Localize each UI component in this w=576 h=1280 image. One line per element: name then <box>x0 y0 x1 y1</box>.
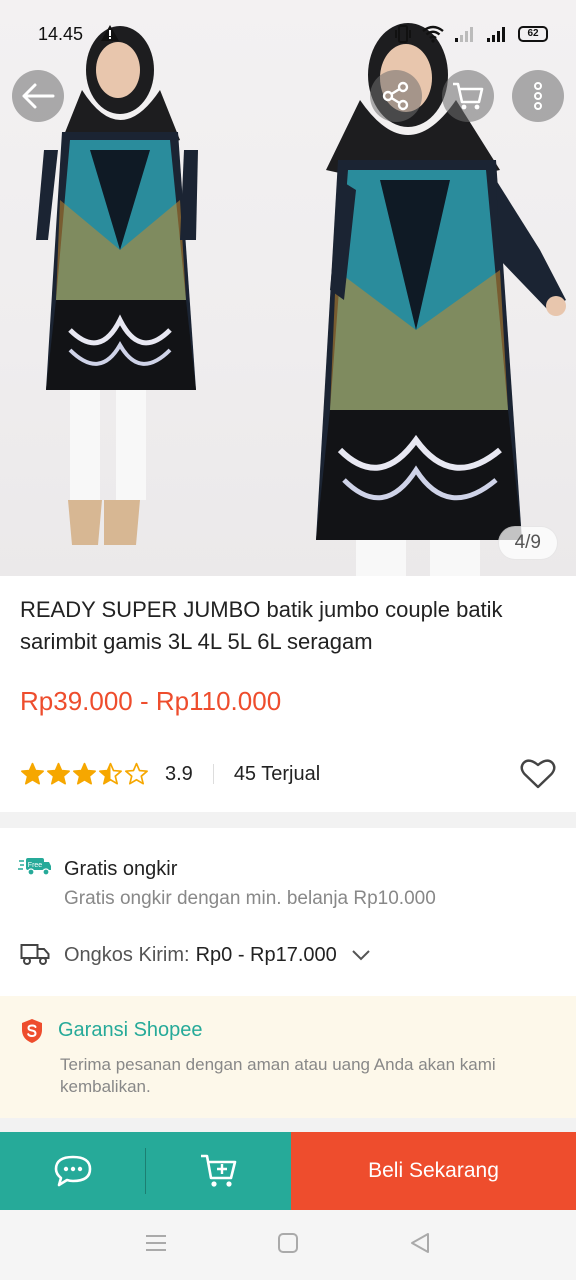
guarantee-description: Terima pesanan dengan aman atau uang And… <box>60 1055 496 1096</box>
product-info: READY SUPER JUMBO batik jumbo couple bat… <box>0 576 576 812</box>
free-badge-text: Free <box>28 862 43 869</box>
share-icon <box>382 81 409 111</box>
cart-icon <box>453 82 484 110</box>
sold-count: 45 Terjual <box>233 762 321 785</box>
action-divider <box>145 1132 146 1210</box>
favorite-button[interactable] <box>520 758 556 795</box>
image-counter: 4/9 <box>497 526 558 560</box>
more-button[interactable] <box>512 70 564 122</box>
vibrate-icon <box>395 25 411 43</box>
star-icon <box>125 762 148 785</box>
truck-icon <box>20 942 50 971</box>
section-gap <box>0 812 576 828</box>
chat-button[interactable] <box>0 1132 145 1210</box>
product-title: READY SUPER JUMBO batik jumbo couple bat… <box>20 597 503 654</box>
status-bar: 14.45 62 <box>0 0 576 70</box>
divider <box>212 764 214 784</box>
shipping-cost-label: Ongkos Kirim: <box>64 944 190 966</box>
shipping-cost-value: Rp0 - Rp17.000 <box>195 944 337 966</box>
chat-icon <box>54 1155 91 1187</box>
shipping-section[interactable]: Free Gratis ongkir Gratis ongkir dengan … <box>0 828 576 996</box>
free-shipping-icon: Free <box>18 856 52 883</box>
add-to-cart-icon <box>200 1154 236 1187</box>
free-shipping-title: Gratis ongkir <box>64 858 178 880</box>
rating-value: 3.9 <box>165 762 193 785</box>
status-icons: 62 <box>394 24 548 44</box>
shipping-cost[interactable]: Ongkos Kirim: Rp0 - Rp17.000 <box>64 944 371 967</box>
system-nav-bar <box>0 1210 576 1280</box>
star-icon <box>99 762 122 785</box>
rating-stars <box>20 762 149 786</box>
free-shipping-subtitle: Gratis ongkir dengan min. belanja Rp10.0… <box>64 888 436 909</box>
star-icon <box>21 762 44 785</box>
battery-indicator: 62 <box>518 26 548 42</box>
section-gap <box>0 1118 576 1132</box>
star-icon <box>47 762 70 785</box>
signal-weak-icon <box>455 27 473 42</box>
chevron-down-icon[interactable] <box>351 944 371 967</box>
guarantee-section[interactable]: Garansi Shopee Terima pesanan dengan ama… <box>0 996 576 1118</box>
shopee-guarantee-icon <box>20 1018 44 1049</box>
more-vertical-icon <box>534 82 542 110</box>
heart-icon <box>520 759 556 789</box>
product-price: Rp39.000 - Rp110.000 <box>20 686 282 716</box>
nav-home-icon[interactable] <box>277 1232 299 1259</box>
cart-button[interactable] <box>442 70 494 122</box>
rating-row: 3.9 45 Terjual <box>20 758 560 790</box>
status-time: 14.45 <box>38 24 84 44</box>
bottom-action-bar: Beli Sekarang <box>0 1132 576 1210</box>
nav-back-icon[interactable] <box>409 1232 431 1259</box>
signal-icon <box>487 27 505 42</box>
buy-now-button[interactable]: Beli Sekarang <box>291 1132 576 1210</box>
share-button[interactable] <box>370 70 422 122</box>
nav-menu-icon[interactable] <box>145 1233 167 1258</box>
add-to-cart-button[interactable] <box>146 1132 291 1210</box>
guarantee-title: Garansi Shopee <box>58 1019 203 1041</box>
star-icon <box>73 762 96 785</box>
warning-icon <box>100 24 120 47</box>
back-arrow-icon <box>22 83 55 109</box>
wifi-icon <box>422 25 444 43</box>
back-button[interactable] <box>12 70 64 122</box>
